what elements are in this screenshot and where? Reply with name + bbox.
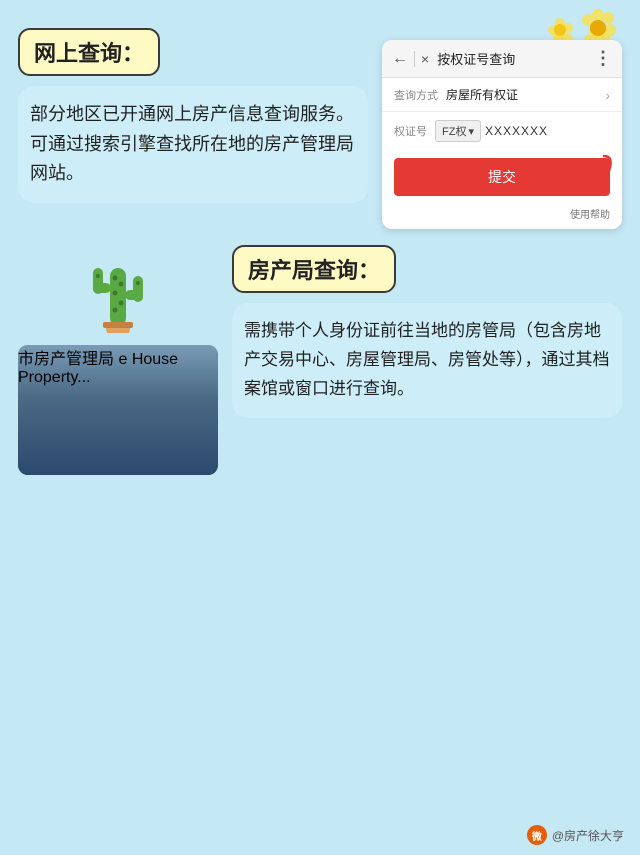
building-facade: 市房产管理局 e House Property... (18, 345, 218, 475)
bureau-query-title: 房产局查询： (248, 258, 380, 283)
bottom-right: 房产局查询： 需携带个人身份证前往当地的房管局（包含房地产交易中心、房屋管理局、… (232, 245, 622, 475)
watermark: 微 @房产徐大亨 (527, 825, 624, 845)
cert-dropdown-arrow: ▾ (468, 125, 474, 138)
query-type-label: 查询方式 (394, 87, 438, 103)
cert-value[interactable]: XXXXXXX (485, 124, 548, 138)
left-panel: 网上查询： 部分地区已开通网上房产信息查询服务。可通过搜索引擎查找所在地的房产管… (18, 28, 368, 229)
phone-header-left: ← × (392, 50, 429, 68)
online-query-title: 网上查询： (34, 41, 144, 66)
query-type-arrow[interactable]: › (605, 87, 610, 103)
phone-help-text[interactable]: 使用帮助 (382, 204, 622, 229)
watermark-icon: 微 (527, 825, 547, 845)
phone-ui: ← × 按权证号查询 ⋮ 查询方式 房屋所有权证 › 权证号 (382, 40, 622, 229)
phone-header-divider (414, 51, 415, 67)
building-image: 市房产管理局 e House Property... (18, 345, 218, 475)
top-section: 网上查询： 部分地区已开通网上房产信息查询服务。可通过搜索引擎查找所在地的房产管… (18, 28, 622, 229)
cactus-area (18, 245, 218, 335)
bureau-query-body: 需携带个人身份证前往当地的房管局（包含房地产交易中心、房屋管理局、房管处等），通… (232, 303, 622, 418)
query-type-value: 房屋所有权证 (446, 86, 605, 103)
phone-cert-row: 权证号 FZ权 ▾ XXXXXXX (382, 112, 622, 150)
bottom-left: 市房产管理局 e House Property... (18, 245, 218, 475)
cert-prefix[interactable]: FZ权 ▾ (435, 120, 481, 142)
phone-title: 按权证号查询 (437, 49, 586, 68)
cert-label: 权证号 (394, 123, 427, 139)
bureau-query-title-box: 房产局查询： (232, 245, 396, 293)
red-arrow-annotation (559, 151, 614, 201)
cert-prefix-text: FZ权 (442, 123, 466, 139)
phone-back-arrow[interactable]: ← (392, 50, 408, 68)
online-query-title-box: 网上查询： (18, 28, 160, 76)
online-query-body: 部分地区已开通网上房产信息查询服务。可通过搜索引擎查找所在地的房产管理局网站。 (18, 86, 368, 203)
main-container: 网上查询： 部分地区已开通网上房产信息查询服务。可通过搜索引擎查找所在地的房产管… (0, 0, 640, 855)
right-panel: ← × 按权证号查询 ⋮ 查询方式 房屋所有权证 › 权证号 (382, 28, 622, 229)
phone-header: ← × 按权证号查询 ⋮ (382, 40, 622, 78)
watermark-icon-char: 微 (532, 828, 542, 843)
phone-close-button[interactable]: × (421, 51, 429, 67)
bottom-section: 市房产管理局 e House Property... 房产局查询： 需携带个人身… (18, 245, 622, 475)
phone-more-icon[interactable]: ⋮ (594, 48, 612, 69)
phone-row-query-type: 查询方式 房屋所有权证 › (382, 78, 622, 112)
watermark-text: @房产徐大亨 (552, 827, 624, 844)
